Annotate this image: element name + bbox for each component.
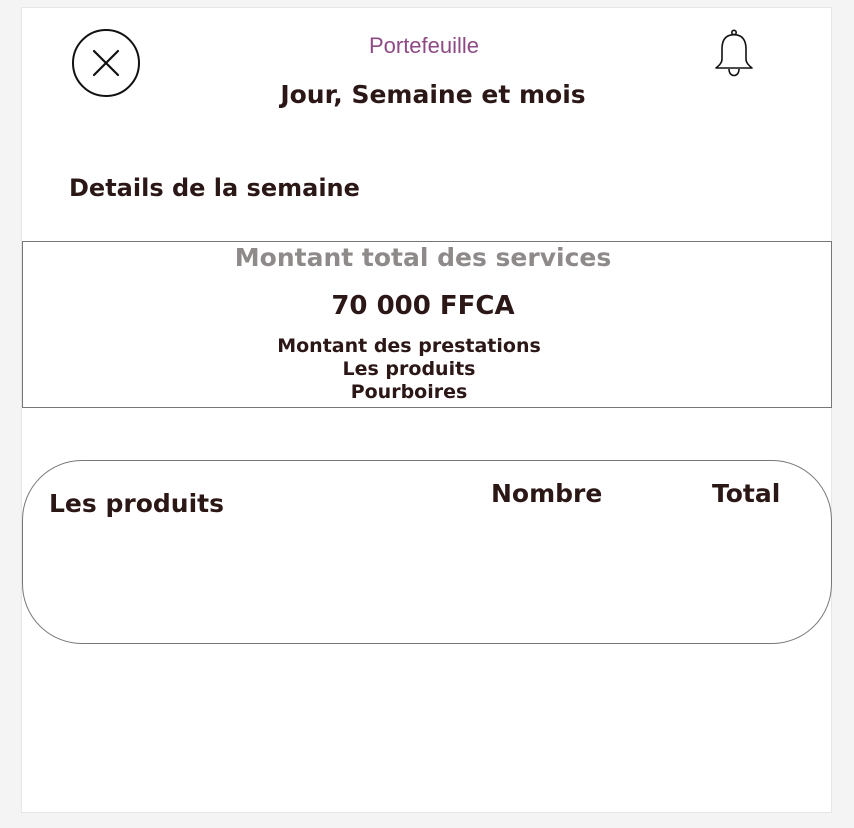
summary-line-produits: Les produits	[342, 358, 476, 380]
notification-button[interactable]	[712, 28, 756, 78]
products-table	[22, 460, 832, 644]
column-header-total: Total	[712, 479, 781, 508]
page-title: Jour, Semaine et mois	[280, 80, 586, 109]
total-amount: 70 000 FFCA	[331, 291, 515, 321]
bell-icon	[715, 29, 753, 77]
summary-line-prestations: Montant des prestations	[277, 335, 541, 357]
column-header-products: Les produits	[49, 489, 224, 518]
summary-heading: Montant total des services	[234, 243, 612, 272]
app-screen	[21, 7, 832, 813]
section-title: Details de la semaine	[69, 174, 360, 202]
column-header-count: Nombre	[491, 479, 603, 508]
summary-line-pourboires: Pourboires	[350, 381, 468, 403]
